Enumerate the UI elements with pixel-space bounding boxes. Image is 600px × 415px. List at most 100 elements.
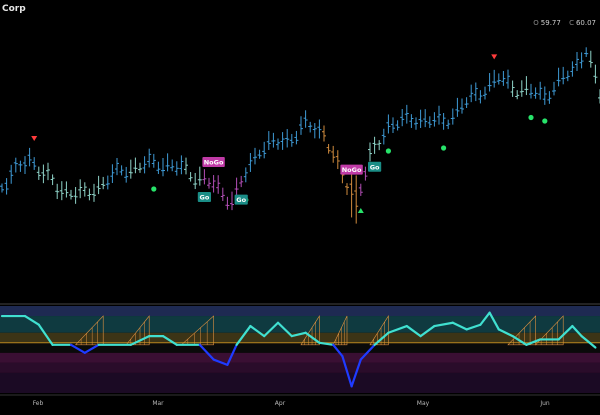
price-bar (588, 50, 593, 68)
price-bar (276, 138, 280, 150)
oscillator-band (0, 372, 600, 393)
price-bar (584, 47, 589, 57)
price-bar (202, 169, 207, 185)
price-bar (552, 81, 556, 96)
price-bar (105, 175, 110, 190)
price-bar (9, 164, 14, 184)
price-bar (570, 61, 575, 77)
price-bar (345, 183, 349, 195)
price-chart[interactable]: NoGo Go Go NoGo Go Feb Mar Apr May Jun (0, 0, 600, 415)
price-bar (414, 117, 418, 130)
price-bar (225, 196, 230, 210)
price-bar (197, 166, 202, 186)
price-bar (432, 112, 437, 127)
price-bar (174, 161, 179, 176)
price-bar (575, 52, 579, 72)
price-bar (69, 189, 73, 200)
price-bar (565, 70, 570, 82)
oscillator-band (0, 316, 600, 333)
price-bar (188, 172, 193, 182)
price-bar (46, 162, 50, 181)
oscillator-band (0, 342, 600, 353)
signal-label-text: NoGo (204, 159, 224, 167)
price-bar (92, 183, 96, 202)
price-bar (478, 90, 483, 104)
price-bar (354, 175, 359, 224)
price-bar (450, 108, 455, 125)
signal-label: NoGo (202, 157, 225, 167)
go-dot (528, 114, 534, 121)
x-tick-label: Apr (275, 400, 286, 407)
price-bar (280, 132, 285, 150)
price-bar (170, 159, 175, 172)
price-bar (464, 97, 469, 108)
x-tick-label: Mar (152, 400, 164, 407)
price-bar (533, 87, 538, 99)
price-bar (59, 181, 64, 201)
go-dot (151, 186, 157, 192)
price-bar (529, 83, 533, 99)
price-bar (496, 73, 501, 85)
signal-label-text: Go (236, 196, 246, 204)
price-bar (460, 98, 464, 114)
price-bar (110, 164, 115, 184)
price-bar (165, 153, 170, 172)
price-bar (299, 116, 303, 135)
price-bar (312, 123, 317, 139)
price-bar (593, 64, 598, 84)
price-bar (519, 80, 524, 97)
price-bar (441, 112, 446, 130)
price-bar (36, 166, 41, 180)
price-bar (115, 157, 119, 176)
signal-label: Go (368, 161, 382, 172)
price-bar (579, 52, 584, 69)
price-bars (0, 47, 600, 224)
price-bar (50, 174, 55, 186)
price-bar (501, 71, 506, 86)
price-bar (469, 84, 474, 103)
price-bar (13, 157, 18, 173)
price-bar (446, 119, 451, 130)
price-bar (18, 160, 23, 172)
price-bar (542, 86, 547, 105)
price-bar (368, 142, 372, 162)
price-bar (151, 153, 156, 168)
price-bar (483, 86, 487, 100)
signal-markers: NoGo Go Go NoGo Go (31, 54, 548, 213)
x-tick-label: Feb (33, 400, 44, 407)
price-bar (156, 161, 161, 175)
price-bar (335, 150, 340, 170)
price-bar (326, 144, 331, 154)
price-bar (239, 175, 244, 188)
price-bar (87, 188, 92, 201)
price-bar (391, 117, 395, 133)
price-bar (487, 73, 492, 92)
x-axis: Feb Mar Apr May Jun (0, 394, 600, 407)
arrow-down-icon (491, 54, 498, 60)
price-bar (230, 191, 234, 211)
signal-label: Go (234, 194, 248, 205)
price-bar (317, 119, 322, 139)
price-bar (331, 145, 336, 163)
price-bar (437, 105, 441, 125)
oscillator-band (0, 362, 600, 373)
price-bar (253, 147, 257, 165)
signal-label-text: Go (199, 194, 209, 202)
price-bar (248, 153, 253, 172)
x-tick-label: Jun (539, 400, 550, 407)
oscillator-band (0, 352, 600, 363)
price-bar (124, 166, 129, 183)
signal-label: NoGo (340, 164, 363, 175)
price-bar (423, 109, 428, 128)
price-bar (142, 156, 147, 174)
price-bar (211, 175, 216, 193)
price-bar (561, 66, 566, 85)
price-bar (377, 140, 382, 151)
price-bar (82, 182, 87, 197)
price-bar (161, 157, 165, 177)
price-bar (179, 155, 184, 175)
signal-label-text: NoGo (342, 166, 362, 174)
price-bar (547, 91, 552, 104)
price-bar (32, 157, 37, 170)
price-bar (349, 169, 354, 218)
